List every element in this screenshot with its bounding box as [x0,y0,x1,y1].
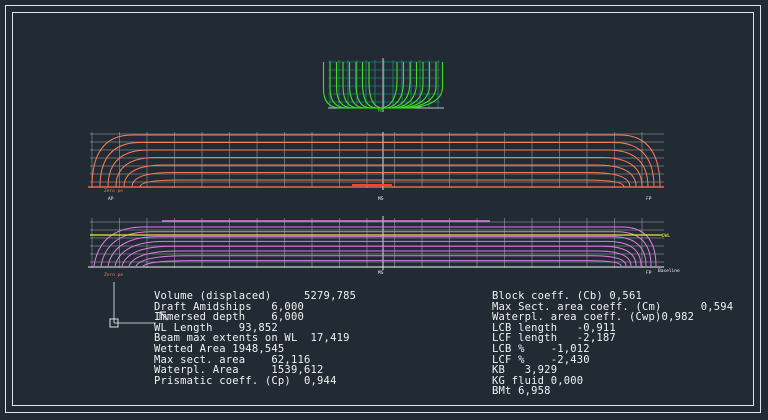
plan-zero-label: Zero pe [104,272,123,278]
buttock-line [107,149,649,188]
plan-fp-label: FP [646,270,652,276]
plan-baseline-label: Baseline [658,268,680,274]
hydrostatic-line: Block coeff. (Cb) 0,561 [492,290,642,302]
waterline [114,240,642,267]
cad-drawing-canvas[interactable]: MS Zero pe AP MS FP Zero pe MS FP Baseli… [0,0,768,420]
profile-fp-label: FP [646,196,652,202]
body-plan-view [322,58,444,112]
profile-zero-label: Zero pe [104,188,123,194]
half-breadth-plan-view [88,216,664,270]
waterline [142,260,622,267]
plan-ms-label: MS [378,270,384,276]
hydrostatic-line: Volume (displaced) 5279,785 [154,290,357,302]
profile-ap-label: AP [108,196,114,202]
station-line [368,62,384,109]
body-plan-ms-label: MS [378,108,384,114]
profile-view [88,132,664,190]
hydrostatic-line: Prismatic coeff. (Cp) 0,944 [154,374,337,387]
profile-ms-label: MS [378,196,384,202]
station-line [383,62,418,109]
plan-dwl-label: DWL [662,233,670,239]
station-line [382,62,398,109]
hydrostatic-line: BMt 6,958 [492,385,551,398]
hydrostatic-line: LCB % -1,012 [492,343,590,355]
buttock-line [123,164,637,188]
hydrostatic-line: Wetted Area 1948,545 [154,343,285,355]
waterline [128,250,632,267]
